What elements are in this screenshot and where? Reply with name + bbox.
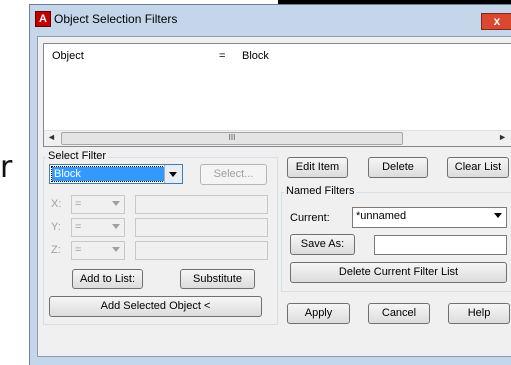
- z-operator-value: =: [75, 244, 82, 256]
- z-axis-label: Z:: [51, 244, 61, 256]
- named-filters-label: Named Filters: [284, 185, 357, 197]
- chevron-down-icon: [112, 224, 120, 229]
- scroll-thumb[interactable]: III: [61, 132, 403, 145]
- filter-list[interactable]: Object = Block ◄ III ►: [43, 43, 511, 147]
- add-selected-object-label: Add Selected Object <: [100, 300, 211, 312]
- chevron-down-icon: [494, 213, 502, 218]
- z-value-field[interactable]: [135, 241, 268, 260]
- add-to-list-button[interactable]: Add to List:: [72, 269, 143, 289]
- y-operator-value: =: [75, 221, 82, 233]
- save-as-input[interactable]: [374, 235, 507, 255]
- chevron-down-icon: [112, 201, 120, 206]
- close-icon: x: [493, 14, 501, 28]
- delete-current-filter-list-button[interactable]: Delete Current Filter List: [290, 262, 507, 283]
- x-operator-value: =: [75, 198, 82, 210]
- list-item-value: Block: [242, 50, 269, 62]
- filter-type-dropdown[interactable]: Block: [49, 164, 183, 184]
- current-filter-dropdown[interactable]: *unnamed: [352, 207, 507, 228]
- apply-button[interactable]: Apply: [287, 303, 350, 324]
- x-value-field[interactable]: [135, 195, 268, 214]
- edit-item-label: Edit Item: [295, 161, 340, 173]
- select-button-label: Select...: [213, 168, 254, 180]
- dialog-client-area: Object = Block ◄ III ► Select Filter Blo…: [37, 36, 511, 357]
- background-partial-text: r: [0, 150, 13, 185]
- x-operator-dropdown[interactable]: =: [71, 195, 125, 214]
- delete-current-filter-list-label: Delete Current Filter List: [338, 266, 459, 278]
- help-button[interactable]: Help: [448, 303, 510, 324]
- y-axis-label: Y:: [51, 221, 61, 233]
- substitute-label: Substitute: [193, 273, 242, 285]
- chevron-down-icon[interactable]: [164, 165, 182, 183]
- autocad-app-icon: A: [35, 11, 51, 27]
- filter-type-value: Block: [51, 166, 167, 182]
- horizontal-scrollbar[interactable]: ◄ III ►: [44, 130, 511, 146]
- scroll-grip-icon: III: [228, 133, 236, 142]
- y-operator-dropdown[interactable]: =: [71, 218, 125, 237]
- list-item-operator: =: [219, 50, 226, 62]
- save-as-label: Save As:: [300, 238, 345, 250]
- close-button[interactable]: x: [481, 13, 511, 30]
- dialog-window: A Object Selection Filters x Object = Bl…: [29, 4, 511, 365]
- cancel-button[interactable]: Cancel: [368, 303, 430, 324]
- scroll-left-arrow-icon[interactable]: ◄: [47, 132, 56, 142]
- window-title: Object Selection Filters: [54, 12, 178, 26]
- substitute-button[interactable]: Substitute: [180, 269, 255, 289]
- clear-list-button[interactable]: Clear List: [447, 157, 509, 178]
- delete-button[interactable]: Delete: [368, 157, 428, 178]
- clear-list-label: Clear List: [454, 161, 502, 173]
- save-as-button[interactable]: Save As:: [290, 234, 355, 255]
- select-button[interactable]: Select...: [200, 164, 267, 185]
- cancel-label: Cancel: [381, 307, 417, 319]
- apply-label: Apply: [304, 307, 333, 319]
- chevron-down-icon: [112, 247, 120, 252]
- list-item[interactable]: Object = Block: [52, 50, 511, 64]
- add-selected-object-button[interactable]: Add Selected Object <: [49, 296, 262, 317]
- edit-item-button[interactable]: Edit Item: [287, 157, 348, 178]
- x-axis-label: X:: [51, 198, 62, 210]
- delete-label: Delete: [382, 161, 414, 173]
- add-to-list-label: Add to List:: [79, 273, 136, 285]
- current-filter-value: *unnamed: [356, 210, 407, 222]
- help-label: Help: [467, 307, 491, 319]
- scroll-right-arrow-icon[interactable]: ►: [498, 132, 507, 142]
- y-value-field[interactable]: [135, 218, 268, 237]
- select-filter-label: Select Filter: [46, 150, 109, 162]
- title-bar[interactable]: A Object Selection Filters x: [30, 5, 511, 35]
- z-operator-dropdown[interactable]: =: [71, 241, 125, 260]
- current-filter-label: Current:: [290, 212, 330, 224]
- list-item-object: Object: [52, 50, 84, 62]
